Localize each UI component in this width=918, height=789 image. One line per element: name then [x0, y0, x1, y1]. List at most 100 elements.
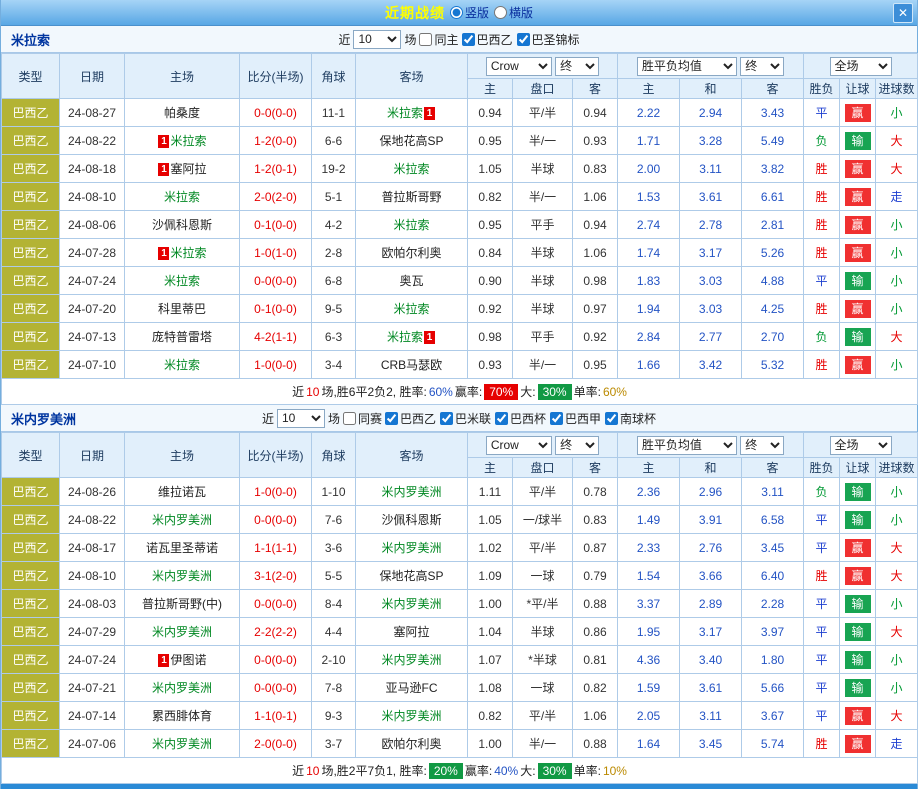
- home-team-name[interactable]: 米内罗美洲: [152, 681, 212, 695]
- home-team-cell: 帕桑度: [125, 99, 240, 127]
- match-date-cell: 24-08-22: [60, 506, 125, 534]
- home-team-name[interactable]: 庞特普雷塔: [152, 330, 212, 344]
- home-team-cell: 米内罗美洲: [125, 674, 240, 702]
- home-team-name[interactable]: 米内罗美洲: [152, 569, 212, 583]
- europe-odds-stage-select[interactable]: 终: [740, 436, 784, 455]
- away-team-name[interactable]: 米拉索: [387, 330, 423, 344]
- away-team-name[interactable]: 沙佩科恩斯: [381, 513, 441, 527]
- league-filter[interactable]: 南球杯: [605, 410, 656, 427]
- score-cell: 1-0(0-0): [240, 351, 312, 379]
- away-team-name[interactable]: 米拉索: [393, 302, 429, 316]
- scope-select[interactable]: 全场: [830, 436, 892, 455]
- home-team-name[interactable]: 米拉索: [170, 246, 206, 260]
- home-team-name[interactable]: 伊图诺: [170, 653, 206, 667]
- home-team-name[interactable]: 维拉诺瓦: [158, 485, 206, 499]
- scope-select[interactable]: 全场: [830, 57, 892, 76]
- europe-away-odds-cell: 5.74: [742, 730, 804, 758]
- away-team-name[interactable]: 普拉斯哥野: [381, 190, 441, 204]
- away-team-name[interactable]: 亚马逊FC: [386, 681, 438, 695]
- home-team-cell: 科里蒂巴: [125, 295, 240, 323]
- match-count-select[interactable]: 10: [277, 409, 325, 428]
- home-team-name[interactable]: 米拉索: [170, 134, 206, 148]
- europe-odds-select[interactable]: 胜平负均值: [637, 436, 737, 455]
- home-team-name[interactable]: 诺瓦里圣蒂诺: [146, 541, 218, 555]
- handicap-result-cell: 输: [840, 506, 876, 534]
- league-type-cell: 巴西乙: [2, 295, 60, 323]
- close-button[interactable]: ✕: [893, 3, 913, 23]
- away-team-name[interactable]: 米拉索: [387, 106, 423, 120]
- asian-odds-stage-select[interactable]: 终: [555, 436, 599, 455]
- league-checkbox[interactable]: [605, 412, 618, 425]
- away-team-name[interactable]: 欧帕尔利奥: [381, 737, 441, 751]
- same-competition-checkbox[interactable]: [343, 412, 356, 425]
- home-team-name[interactable]: 米拉索: [164, 274, 200, 288]
- away-team-name[interactable]: 米内罗美洲: [381, 597, 441, 611]
- home-team-name[interactable]: 塞阿拉: [170, 162, 206, 176]
- home-team-name[interactable]: 米内罗美洲: [152, 625, 212, 639]
- league-checkbox[interactable]: [495, 412, 508, 425]
- away-team-name[interactable]: 米拉索: [393, 162, 429, 176]
- away-team-name[interactable]: 塞阿拉: [393, 625, 429, 639]
- away-team-name[interactable]: 欧帕尔利奥: [381, 246, 441, 260]
- league-checkbox[interactable]: [462, 33, 475, 46]
- away-team-name[interactable]: 米内罗美洲: [381, 709, 441, 723]
- home-team-name[interactable]: 沙佩科恩斯: [152, 218, 212, 232]
- same-competition-filter[interactable]: 同赛: [343, 410, 382, 427]
- subheader-ah-home: 主: [468, 458, 513, 478]
- window-title: 近期战绩: [385, 3, 445, 23]
- home-team-name[interactable]: 帕桑度: [164, 106, 200, 120]
- europe-odds-stage-select[interactable]: 终: [740, 57, 784, 76]
- layout-option-vertical[interactable]: 竖版: [450, 4, 489, 21]
- horizontal-layout-radio[interactable]: [494, 6, 507, 19]
- home-team-name[interactable]: 科里蒂巴: [158, 302, 206, 316]
- league-filter[interactable]: 巴米联: [440, 410, 491, 427]
- bookmaker-select[interactable]: Crow: [486, 436, 552, 455]
- league-filter[interactable]: 巴西乙: [462, 31, 513, 48]
- home-team-name[interactable]: 米内罗美洲: [152, 513, 212, 527]
- away-team-name[interactable]: 奥瓦: [399, 274, 423, 288]
- away-team-name[interactable]: 保地花高SP: [379, 134, 443, 148]
- league-type-cell: 巴西乙: [2, 183, 60, 211]
- league-checkbox[interactable]: [440, 412, 453, 425]
- same-venue-checkbox[interactable]: [419, 33, 432, 46]
- league-checkbox[interactable]: [550, 412, 563, 425]
- home-team-name[interactable]: 米拉索: [164, 190, 200, 204]
- handicap-result-cell: 赢: [840, 730, 876, 758]
- score-cell: 0-0(0-0): [240, 506, 312, 534]
- home-team-name[interactable]: 米内罗美洲: [152, 737, 212, 751]
- col-header-score: 比分(半场): [240, 54, 312, 99]
- corner-cell: 4-2: [312, 211, 356, 239]
- bookmaker-select[interactable]: Crow: [486, 57, 552, 76]
- footer-stat-segment: 10: [306, 764, 319, 778]
- away-team-name[interactable]: 米内罗美洲: [381, 653, 441, 667]
- same-venue-filter[interactable]: 同主: [419, 31, 458, 48]
- league-filter[interactable]: 巴西乙: [385, 410, 436, 427]
- subheader-eu-draw: 和: [680, 79, 742, 99]
- red-card-badge: 1: [158, 163, 169, 176]
- home-team-name[interactable]: 累西腓体育: [152, 709, 212, 723]
- home-team-name[interactable]: 普拉斯哥野(中): [142, 597, 222, 611]
- match-count-select[interactable]: 10: [353, 30, 401, 49]
- league-type-cell: 巴西乙: [2, 323, 60, 351]
- home-team-name[interactable]: 米拉索: [164, 358, 200, 372]
- league-checkbox[interactable]: [385, 412, 398, 425]
- corner-cell: 7-6: [312, 506, 356, 534]
- away-team-name[interactable]: 米内罗美洲: [381, 485, 441, 499]
- away-team-name[interactable]: 保地花高SP: [379, 569, 443, 583]
- europe-odds-select[interactable]: 胜平负均值: [637, 57, 737, 76]
- same-venue-label: 同主: [434, 31, 458, 48]
- stats-summary: 近10场,胜2平7负1, 胜率:20%赢率:40%大:30%单率:10%: [2, 758, 918, 784]
- away-team-name[interactable]: CRB马瑟欧: [381, 358, 442, 372]
- league-filter[interactable]: 巴西杯: [495, 410, 546, 427]
- league-checkbox[interactable]: [517, 33, 530, 46]
- layout-option-horizontal[interactable]: 横版: [494, 4, 533, 21]
- away-team-name[interactable]: 米拉索: [393, 218, 429, 232]
- vertical-layout-radio[interactable]: [450, 6, 463, 19]
- away-team-name[interactable]: 米内罗美洲: [381, 541, 441, 555]
- corner-cell: 6-3: [312, 323, 356, 351]
- league-filter[interactable]: 巴西甲: [550, 410, 601, 427]
- corner-cell: 9-5: [312, 295, 356, 323]
- league-filter[interactable]: 巴圣锦标: [517, 31, 580, 48]
- asian-odds-stage-select[interactable]: 终: [555, 57, 599, 76]
- handicap-result-cell: 输: [840, 127, 876, 155]
